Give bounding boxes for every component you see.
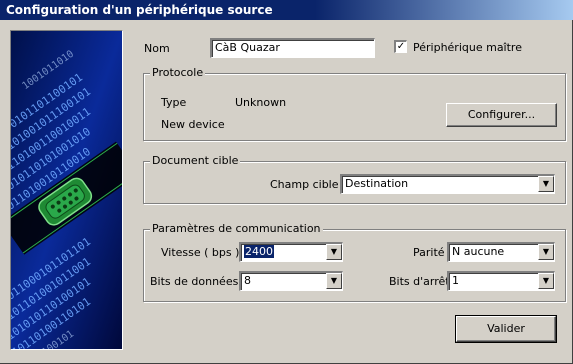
configure-button[interactable]: Configurer... bbox=[446, 103, 557, 127]
window-title: Configuration d'un périphérique source bbox=[6, 3, 273, 17]
valider-button[interactable]: Valider bbox=[455, 315, 557, 343]
bits-arret-select[interactable]: 1 ▼ bbox=[447, 271, 555, 291]
vitesse-value: 2400 bbox=[244, 245, 274, 258]
parite-value: N aucune bbox=[452, 245, 505, 258]
protocole-legend: Protocole bbox=[150, 66, 206, 80]
dropdown-arrow-icon[interactable]: ▼ bbox=[538, 176, 554, 192]
communication-group: Paramètres de communication bbox=[143, 222, 566, 302]
dropdown-arrow-icon[interactable]: ▼ bbox=[538, 273, 554, 289]
vitesse-select[interactable]: 2400 ▼ bbox=[239, 242, 343, 262]
bits-donnees-select[interactable]: 8 ▼ bbox=[239, 271, 343, 291]
master-label: Périphérique maître bbox=[413, 41, 522, 54]
vitesse-label: Vitesse ( bps ) bbox=[161, 246, 240, 259]
champ-cible-label: Champ cible bbox=[270, 178, 339, 191]
serial-connector-image: 0101101100101 1101001011100101 011010011… bbox=[10, 30, 123, 350]
champ-cible-select[interactable]: Destination ▼ bbox=[340, 174, 555, 194]
master-checkbox[interactable]: ✓ bbox=[394, 40, 407, 53]
dialog-window: Configuration d'un périphérique source 0… bbox=[0, 0, 573, 364]
bits-donnees-label: Bits de données bbox=[150, 275, 239, 288]
type-label: Type bbox=[161, 96, 187, 109]
parite-select[interactable]: N aucune ▼ bbox=[447, 242, 555, 262]
parite-label: Parité bbox=[413, 246, 445, 259]
title-bar[interactable]: Configuration d'un périphérique source bbox=[0, 0, 573, 20]
dropdown-arrow-icon[interactable]: ▼ bbox=[326, 273, 342, 289]
document-legend: Document cible bbox=[150, 154, 241, 168]
dropdown-arrow-icon[interactable]: ▼ bbox=[326, 244, 342, 260]
dropdown-arrow-icon[interactable]: ▼ bbox=[538, 244, 554, 260]
type-value: Unknown bbox=[235, 96, 287, 109]
checkmark-icon: ✓ bbox=[396, 41, 406, 52]
device-text: New device bbox=[161, 118, 225, 131]
nom-label: Nom bbox=[144, 42, 170, 55]
bits-arret-label: Bits d'arrêt bbox=[389, 275, 450, 288]
champ-cible-value: Destination bbox=[345, 177, 409, 190]
communication-legend: Paramètres de communication bbox=[150, 222, 323, 236]
bits-donnees-value: 8 bbox=[244, 274, 251, 287]
nom-input[interactable]: CàB Quazar bbox=[210, 38, 375, 58]
bits-arret-value: 1 bbox=[452, 274, 459, 287]
